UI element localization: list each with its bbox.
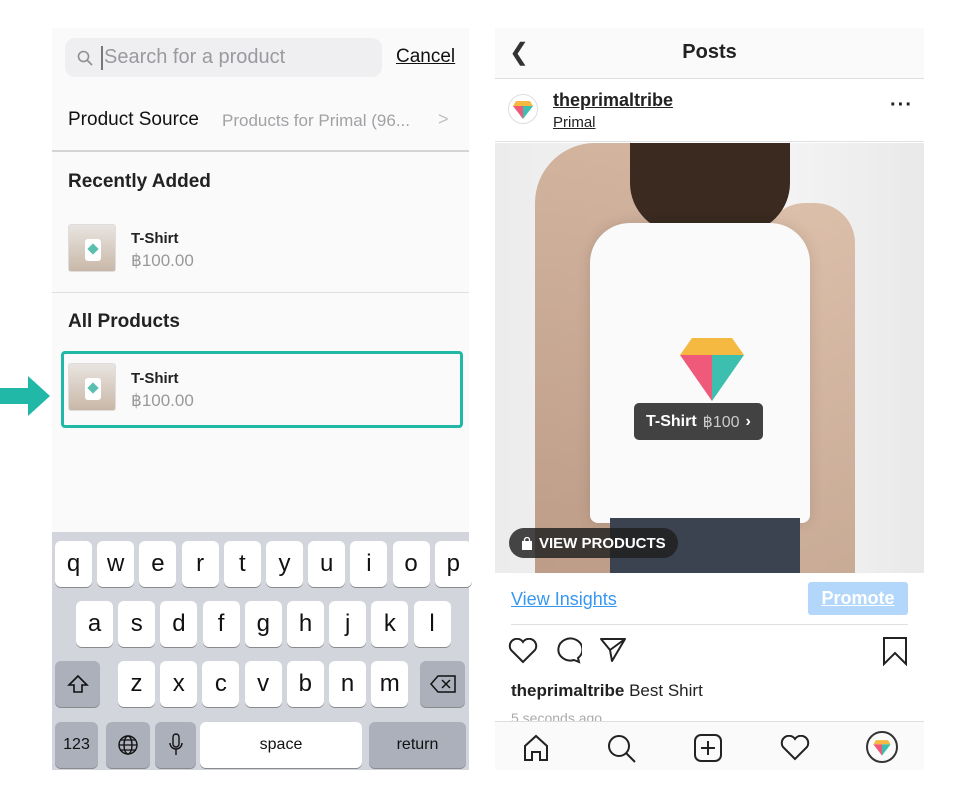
post-caption: theprimaltribe Best Shirt [511, 681, 703, 701]
comment-icon[interactable] [554, 636, 582, 664]
cancel-button[interactable]: Cancel [396, 46, 455, 68]
like-icon[interactable] [508, 638, 538, 664]
tag-product-name: T-Shirt [646, 412, 697, 430]
numbers-key[interactable]: 123 [55, 722, 98, 768]
shift-key[interactable] [55, 661, 100, 707]
globe-icon [118, 735, 138, 755]
key-u[interactable]: u [308, 541, 346, 587]
product-picker-panel: Search for a product Cancel Product Sour… [52, 28, 472, 770]
share-icon[interactable] [599, 637, 627, 663]
post-panel: ❮ Posts theprimaltribe Primal ··· T-Shir… [495, 28, 924, 770]
key-r[interactable]: r [181, 541, 219, 587]
chevron-right-icon: › [745, 412, 751, 430]
caption-text: Best Shirt [629, 681, 703, 700]
new-post-icon[interactable] [694, 734, 722, 762]
product-thumbnail [68, 224, 116, 272]
caption-username[interactable]: theprimaltribe [511, 681, 624, 700]
space-key[interactable]: space [200, 722, 362, 768]
home-icon[interactable] [522, 734, 550, 762]
highlight-box [61, 351, 463, 428]
microphone-icon [168, 733, 183, 755]
view-products-button[interactable]: VIEW PRODUCTS [509, 528, 678, 558]
key-t[interactable]: t [223, 541, 261, 587]
avatar[interactable] [508, 94, 538, 124]
bookmark-icon[interactable] [882, 636, 908, 666]
search-placeholder: Search for a product [104, 46, 286, 68]
text-cursor [101, 45, 103, 70]
activity-heart-icon[interactable] [780, 735, 810, 761]
shift-icon [66, 674, 89, 693]
key-q[interactable]: q [55, 541, 92, 587]
divider [52, 292, 469, 293]
tag-product-price: ฿100 [702, 413, 740, 431]
chevron-right-icon: > [438, 109, 449, 129]
product-source-label: Product Source [68, 109, 199, 130]
return-key[interactable]: return [369, 722, 466, 768]
key-n[interactable]: n [329, 661, 366, 707]
divider [52, 150, 469, 152]
account-location[interactable]: Primal [553, 114, 596, 131]
key-w[interactable]: w [97, 541, 135, 587]
key-x[interactable]: x [160, 661, 198, 707]
shopping-bag-icon [522, 536, 532, 550]
pointer-arrow-icon [0, 376, 50, 416]
key-h[interactable]: h [287, 601, 324, 647]
primal-logo-icon [873, 740, 891, 756]
key-j[interactable]: j [329, 601, 367, 647]
key-f[interactable]: f [202, 601, 240, 647]
account-username[interactable]: theprimaltribe [553, 90, 673, 111]
divider [511, 624, 908, 625]
product-price: ฿100.00 [131, 251, 194, 270]
key-l[interactable]: l [413, 601, 451, 647]
key-v[interactable]: v [244, 661, 282, 707]
search-input[interactable]: Search for a product [65, 38, 382, 77]
list-item[interactable]: T-Shirt ฿100.00 [52, 216, 469, 292]
promote-button[interactable]: Promote [808, 582, 908, 615]
keyboard: 123 space return qwertyuiop asdfghjkl zxcv… [52, 532, 472, 770]
key-z[interactable]: z [118, 661, 155, 707]
key-b[interactable]: b [286, 661, 324, 707]
post-image[interactable]: T-Shirt ฿100 › VIEW PRODUCTS [495, 143, 924, 573]
key-i[interactable]: i [350, 541, 388, 587]
key-a[interactable]: a [76, 601, 113, 647]
product-name: T-Shirt [131, 230, 179, 247]
key-g[interactable]: g [244, 601, 282, 647]
more-options-icon[interactable]: ··· [890, 94, 913, 117]
microphone-key[interactable] [155, 722, 196, 768]
key-s[interactable]: s [118, 601, 156, 647]
recently-added-heading: Recently Added [68, 171, 211, 192]
search-icon [77, 50, 93, 66]
view-products-label: VIEW PRODUCTS [539, 534, 666, 552]
page-title: Posts [682, 41, 737, 63]
key-d[interactable]: d [160, 601, 198, 647]
divider [495, 141, 924, 142]
key-c[interactable]: c [202, 661, 240, 707]
product-source-value: Products for Primal (96... [222, 111, 411, 130]
view-insights-link[interactable]: View Insights [511, 589, 617, 610]
shirt-logo [680, 338, 744, 401]
bottom-nav [495, 721, 924, 770]
key-m[interactable]: m [371, 661, 409, 707]
backspace-icon [429, 675, 456, 693]
search-icon[interactable] [607, 734, 637, 764]
globe-key[interactable] [106, 722, 150, 768]
key-o[interactable]: o [392, 541, 430, 587]
backspace-key[interactable] [420, 661, 465, 707]
all-products-heading: All Products [68, 311, 180, 332]
product-tag[interactable]: T-Shirt ฿100 › [634, 403, 763, 440]
key-k[interactable]: k [371, 601, 409, 647]
key-e[interactable]: e [139, 541, 177, 587]
primal-logo-icon [513, 101, 533, 119]
hair [630, 143, 790, 233]
profile-tab-avatar[interactable] [866, 731, 898, 763]
key-p[interactable]: p [434, 541, 472, 587]
key-y[interactable]: y [266, 541, 303, 587]
